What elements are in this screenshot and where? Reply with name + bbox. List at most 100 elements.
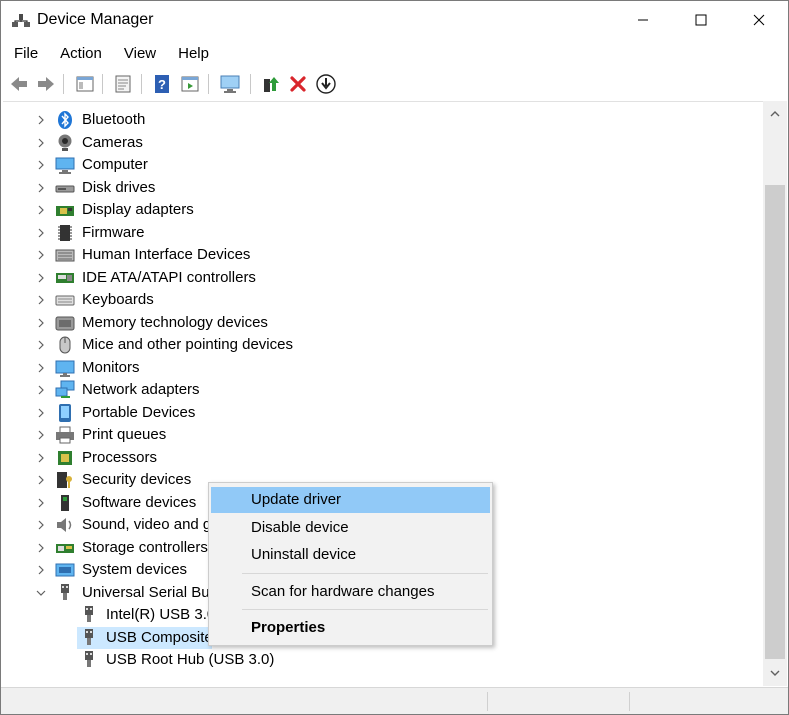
- scrollbar-thumb[interactable]: [765, 185, 785, 659]
- menu-view[interactable]: View: [112, 41, 166, 67]
- tree-node-label: Mice and other pointing devices: [82, 336, 293, 353]
- tree-node[interactable]: Computer: [3, 154, 743, 176]
- toolbar-separator: [250, 74, 251, 94]
- back-icon: [11, 77, 27, 91]
- chevron-right-icon[interactable]: [35, 159, 47, 171]
- tree-node[interactable]: Firmware: [3, 222, 743, 244]
- update-driver-icon: [264, 77, 279, 92]
- window-title: Device Manager: [37, 11, 154, 28]
- show-hide-console-tree-button[interactable]: [73, 72, 97, 96]
- portable-device-icon: [55, 403, 75, 423]
- tree-node[interactable]: Cameras: [3, 132, 743, 154]
- action-pane-button[interactable]: [178, 72, 202, 96]
- tree-node[interactable]: Human Interface Devices: [3, 244, 743, 266]
- tree-node[interactable]: Display adapters: [3, 199, 743, 221]
- chevron-right-icon[interactable]: [35, 137, 47, 149]
- uninstall-button[interactable]: [286, 72, 310, 96]
- tree-node[interactable]: IDE ATA/ATAPI controllers: [3, 267, 743, 289]
- chevron-right-icon[interactable]: [35, 317, 47, 329]
- scroll-down-button[interactable]: [763, 664, 787, 682]
- chevron-right-icon[interactable]: [35, 564, 47, 576]
- ctx-uninstall-device[interactable]: Uninstall device: [211, 542, 490, 568]
- title-bar: Device Manager: [1, 1, 788, 39]
- tree-node[interactable]: Portable Devices: [3, 402, 743, 424]
- tree-node-label: Portable Devices: [82, 404, 196, 421]
- forward-button[interactable]: [34, 72, 58, 96]
- status-divider: [487, 692, 488, 711]
- tree-node-label: USB Root Hub (USB 3.0): [106, 651, 275, 668]
- close-button[interactable]: [730, 1, 788, 39]
- chevron-down-icon[interactable]: [35, 587, 47, 599]
- hid-icon: [55, 245, 75, 265]
- menu-bar: File Action View Help: [1, 41, 788, 67]
- scan-hardware-button[interactable]: [218, 72, 242, 96]
- chevron-right-icon[interactable]: [35, 384, 47, 396]
- chevron-right-icon[interactable]: [35, 542, 47, 554]
- usb-child-node[interactable]: USB Root Hub (USB 3.0): [3, 649, 743, 671]
- ctx-separator: [242, 573, 488, 574]
- tree-node-label: Monitors: [82, 359, 140, 376]
- maximize-button[interactable]: [672, 1, 730, 39]
- help-icon: ?: [155, 75, 169, 93]
- chevron-right-icon[interactable]: [35, 362, 47, 374]
- chevron-right-icon[interactable]: [35, 407, 47, 419]
- back-button[interactable]: [7, 72, 31, 96]
- chevron-right-icon[interactable]: [35, 114, 47, 126]
- toolbar-separator: [208, 74, 209, 94]
- chevron-right-icon[interactable]: [35, 474, 47, 486]
- ctx-properties[interactable]: Properties: [211, 615, 490, 641]
- tree-node[interactable]: Memory technology devices: [3, 312, 743, 334]
- tree-node[interactable]: Keyboards: [3, 289, 743, 311]
- chevron-right-icon[interactable]: [35, 429, 47, 441]
- keyboard-icon: [55, 290, 75, 310]
- menu-action[interactable]: Action: [48, 41, 112, 67]
- chevron-right-icon[interactable]: [35, 519, 47, 531]
- chevron-right-icon[interactable]: [35, 227, 47, 239]
- chevron-right-icon[interactable]: [35, 182, 47, 194]
- svg-text:?: ?: [158, 77, 166, 92]
- uninstall-icon: [290, 76, 306, 92]
- chevron-right-icon[interactable]: [35, 452, 47, 464]
- minimize-button[interactable]: [614, 1, 672, 39]
- toolbar-separator: [141, 74, 142, 94]
- tree-node-label: IDE ATA/ATAPI controllers: [82, 269, 256, 286]
- tree-node[interactable]: Processors: [3, 447, 743, 469]
- tree-node[interactable]: Disk drives: [3, 177, 743, 199]
- usb-icon: [55, 583, 75, 603]
- usb-plug-icon: [79, 628, 99, 648]
- tree-node[interactable]: Monitors: [3, 357, 743, 379]
- ctx-scan-hardware[interactable]: Scan for hardware changes: [211, 579, 490, 605]
- monitor-icon: [55, 358, 75, 378]
- properties-button[interactable]: [111, 72, 135, 96]
- chevron-right-icon[interactable]: [35, 204, 47, 216]
- disk-drive-icon: [55, 178, 75, 198]
- firmware-icon: [55, 223, 75, 243]
- chevron-right-icon[interactable]: [35, 272, 47, 284]
- action-pane-icon: [181, 76, 199, 92]
- chevron-right-icon[interactable]: [35, 294, 47, 306]
- tree-node[interactable]: Print queues: [3, 424, 743, 446]
- tree-node[interactable]: Network adapters: [3, 379, 743, 401]
- device-manager-window: Device Manager File Action View Help ? B…: [0, 0, 789, 715]
- tree-node-label: Disk drives: [82, 179, 156, 196]
- tree-node[interactable]: Bluetooth: [3, 109, 743, 131]
- show-hide-console-tree-icon: [76, 76, 94, 92]
- tree-node-label: Display adapters: [82, 201, 194, 218]
- tree-node[interactable]: Mice and other pointing devices: [3, 334, 743, 356]
- network-adapter-icon: [55, 380, 75, 400]
- ctx-update-driver[interactable]: Update driver: [211, 487, 490, 513]
- menu-help[interactable]: Help: [166, 41, 219, 67]
- help-button[interactable]: ?: [150, 72, 174, 96]
- tree-node-label: Processors: [82, 449, 158, 466]
- toolbar-separator: [102, 74, 103, 94]
- update-driver-button[interactable]: [259, 72, 283, 96]
- ctx-disable-device[interactable]: Disable device: [211, 515, 490, 541]
- chevron-right-icon[interactable]: [35, 497, 47, 509]
- download-button[interactable]: [314, 72, 338, 96]
- chevron-right-icon[interactable]: [35, 249, 47, 261]
- menu-file[interactable]: File: [1, 41, 48, 67]
- tree-node-label: System devices: [82, 561, 188, 578]
- scroll-up-button[interactable]: [763, 105, 787, 123]
- chevron-right-icon[interactable]: [35, 339, 47, 351]
- vertical-scrollbar[interactable]: [763, 101, 787, 686]
